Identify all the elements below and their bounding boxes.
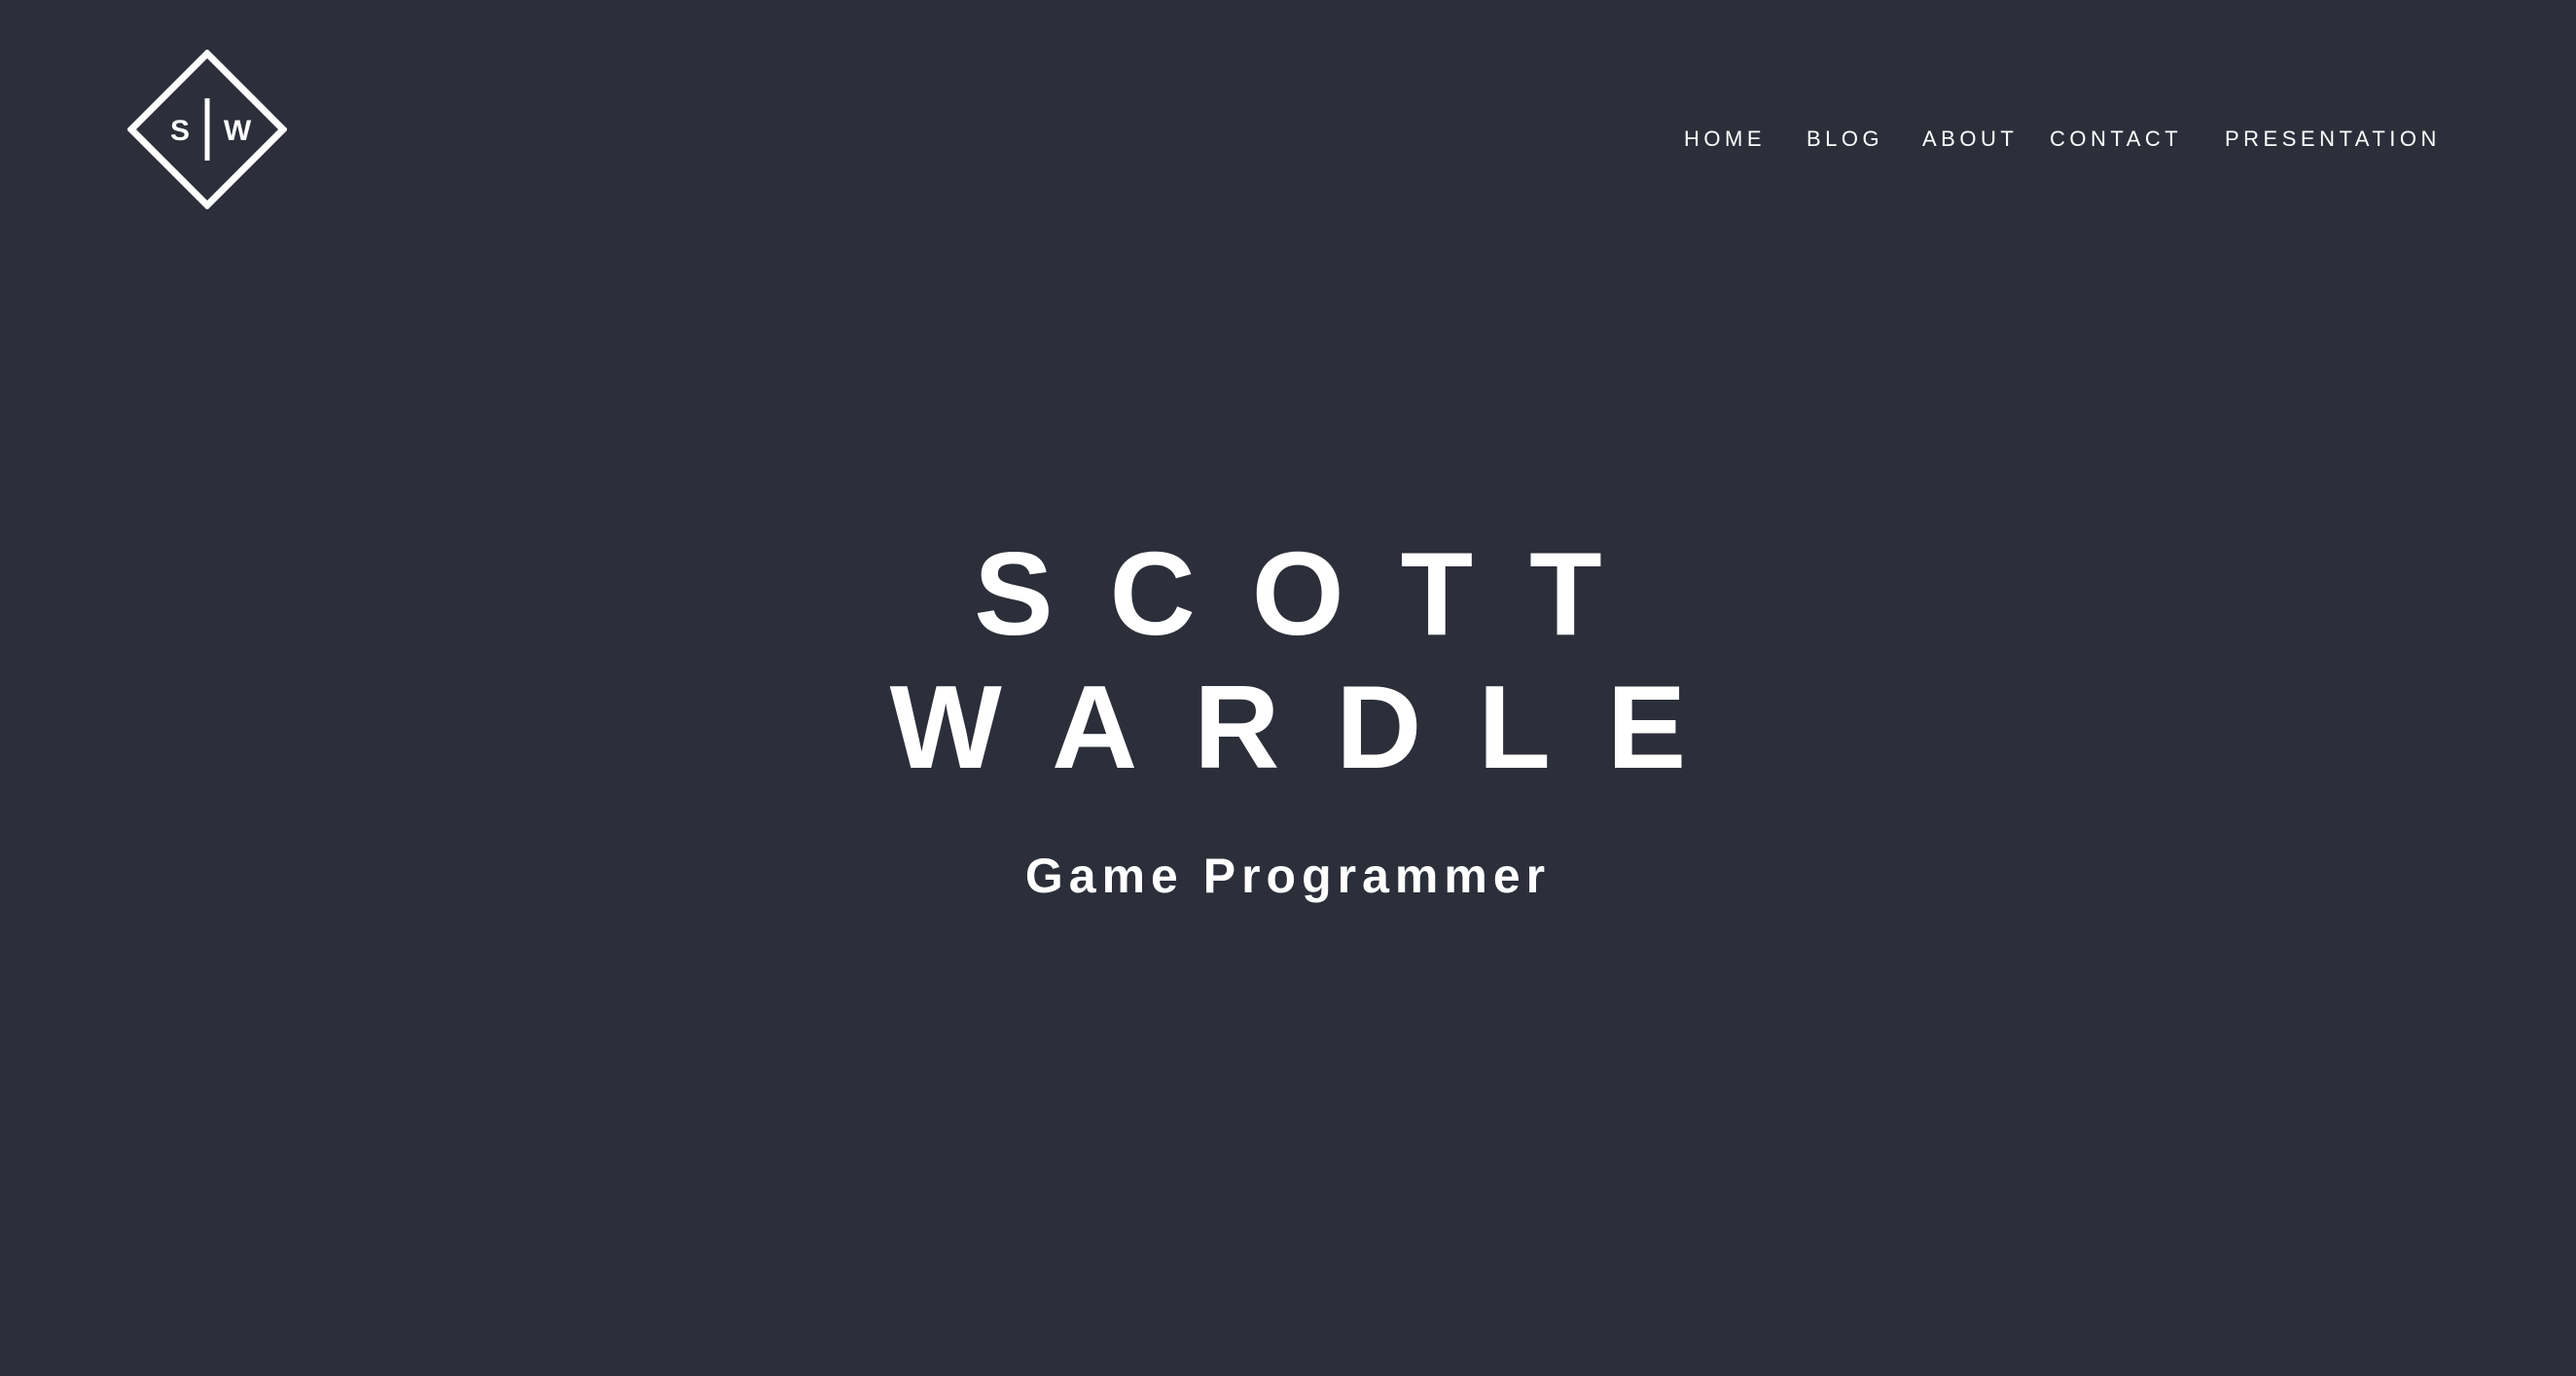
main-nav: HOME BLOG ABOUT CONTACT PRESENTATION <box>1644 125 2481 154</box>
page: S W HOME BLOG ABOUT CONTACT PRESENTATION… <box>0 0 2576 1376</box>
nav-item-blog[interactable]: BLOG <box>1807 125 1883 154</box>
logo-link[interactable]: S W <box>127 50 287 209</box>
hero-section: SCOTT WARDLE Game Programmer <box>0 506 2576 915</box>
nav-item-contact[interactable]: CONTACT <box>2050 125 2182 154</box>
diamond-monogram-icon: S W <box>127 50 287 209</box>
logo-letter-left: S <box>170 115 190 147</box>
nav-item-about[interactable]: ABOUT <box>1922 125 2018 154</box>
hero-first-name: SCOTT <box>974 527 1659 660</box>
hero-subtitle: Game Programmer <box>1024 849 1552 903</box>
hero-last-name: WARDLE <box>889 661 1743 793</box>
nav-item-presentation[interactable]: PRESENTATION <box>2225 125 2441 154</box>
logo-letter-right: W <box>224 115 252 147</box>
nav-item-home[interactable]: HOME <box>1684 125 1766 154</box>
